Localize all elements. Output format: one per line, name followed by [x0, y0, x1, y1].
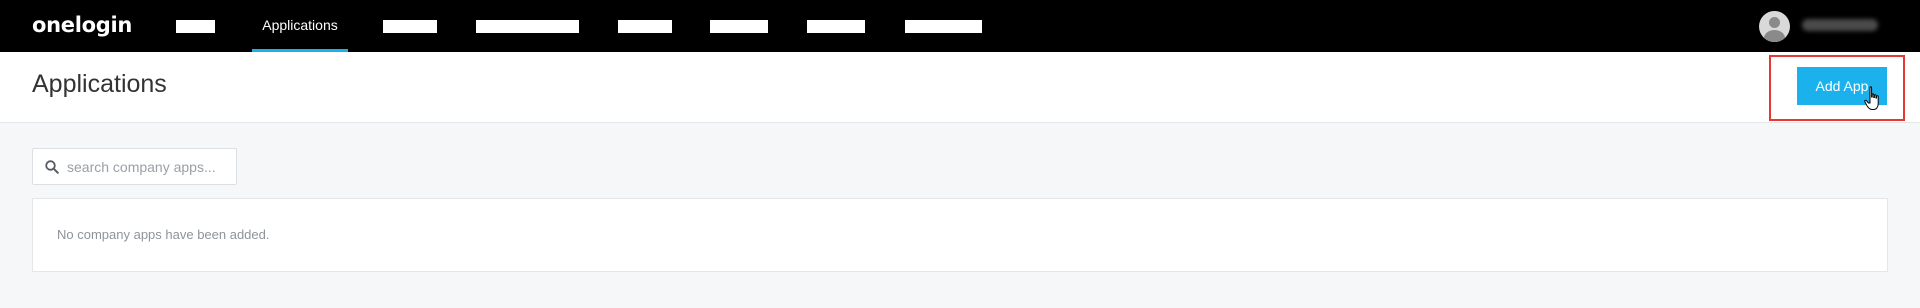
nav-item-applications[interactable]: Applications [252, 0, 348, 52]
onelogin-logo[interactable]: onelogin [32, 13, 132, 37]
empty-state-message: No company apps have been added. [57, 227, 270, 242]
nav-item-redacted-7[interactable] [905, 20, 982, 33]
page-title: Applications [32, 70, 167, 98]
search-icon [45, 160, 59, 174]
nav-item-redacted-3[interactable] [476, 20, 579, 33]
apps-list-panel: No company apps have been added. [32, 198, 1888, 272]
user-name-blurred[interactable] [1802, 19, 1878, 31]
top-navigation-bar: onelogin Applications [0, 0, 1920, 52]
hand-pointer-cursor-icon [1864, 86, 1879, 110]
nav-item-redacted-2[interactable] [383, 20, 437, 33]
nav-item-redacted-4[interactable] [618, 20, 672, 33]
search-box[interactable] [32, 148, 237, 185]
nav-item-redacted-1[interactable] [176, 20, 215, 33]
page-header: Applications Add App [0, 52, 1920, 123]
nav-item-redacted-5[interactable] [710, 20, 768, 33]
nav-item-redacted-6[interactable] [807, 20, 865, 33]
search-input[interactable] [67, 149, 233, 184]
user-avatar-icon[interactable] [1759, 11, 1790, 42]
